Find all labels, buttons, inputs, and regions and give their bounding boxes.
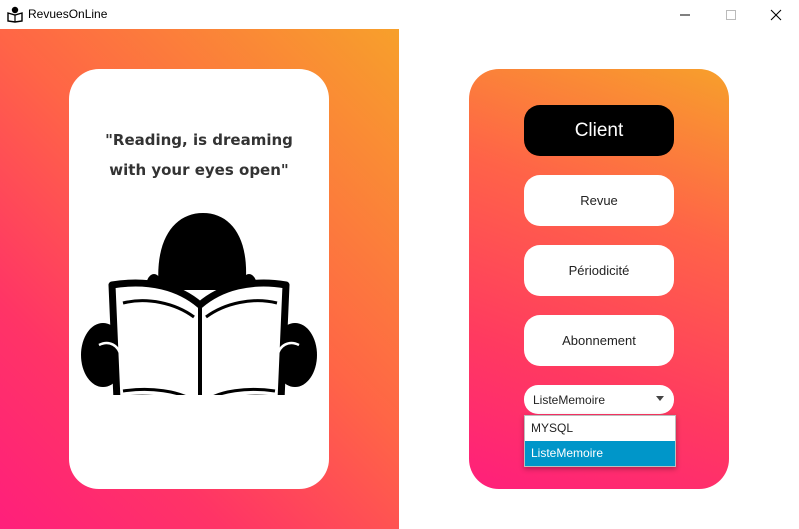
title-bar: RevuesOnLine [0,0,799,29]
quote-line-2: with your eyes open" [109,161,289,179]
dropdown-arrow-icon [656,396,664,401]
reading-person-illustration [81,213,317,395]
quote-card: "Reading, is dreaming with your eyes ope… [69,69,329,489]
left-decor-pane: "Reading, is dreaming with your eyes ope… [0,29,399,529]
minimize-icon [680,14,690,15]
close-button[interactable] [753,0,799,29]
persistence-option-listememoire[interactable]: ListeMemoire [525,441,675,466]
quote-line-1: "Reading, is dreaming [105,131,293,149]
minimize-button[interactable] [662,0,708,29]
persistence-option-mysql[interactable]: MYSQL [525,416,675,441]
window-title: RevuesOnLine [28,7,108,21]
quote-text: "Reading, is dreaming with your eyes ope… [69,125,329,185]
maximize-button[interactable] [708,0,754,29]
revue-button[interactable]: Revue [524,175,674,226]
persistence-dropdown-list: MYSQL ListeMemoire [524,415,676,467]
periodicite-button[interactable]: Périodicité [524,245,674,296]
close-icon [770,9,782,20]
persistence-select[interactable]: ListeMemoire [524,385,674,414]
client-button[interactable]: Client [524,105,674,156]
maximize-icon [726,9,736,20]
reader-app-icon [6,5,24,23]
persistence-selected-value: ListeMemoire [533,392,606,407]
abonnement-button[interactable]: Abonnement [524,315,674,366]
